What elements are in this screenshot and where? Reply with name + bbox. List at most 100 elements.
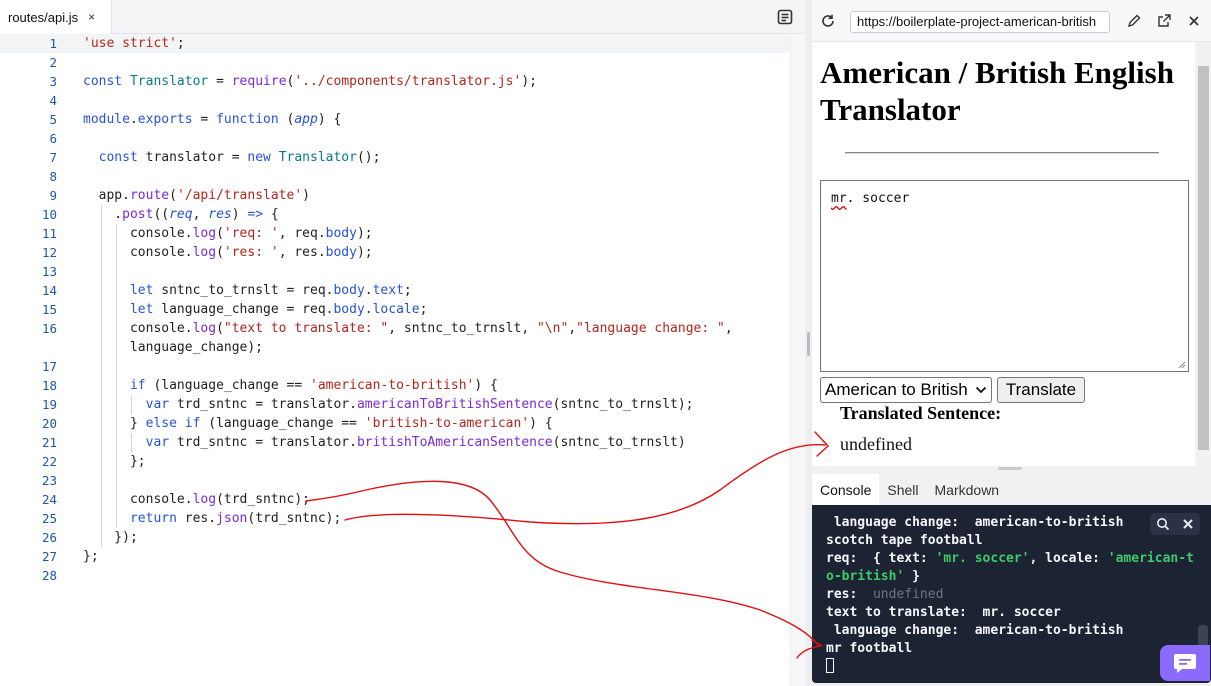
code-token: log [192,321,217,336]
code-line[interactable]: 8 [0,167,790,186]
tab-console[interactable]: Console [812,474,880,505]
code-editor[interactable]: 1'use strict'; 2 3 const Translator = requ… [0,34,790,684]
code-token: => [247,207,264,222]
console-prompt[interactable] [826,658,1196,676]
line-number: 23 [41,473,57,488]
code-token: (sntnc_to_trnslt); [552,397,694,412]
tab-shell[interactable]: Shell [879,474,926,505]
code-token: "text to translate: " [223,321,389,336]
code-line[interactable]: language_change); [0,338,790,357]
code-line[interactable]: 1 'use strict'; [0,34,790,53]
code-line[interactable]: 2 [0,53,790,72]
close-icon[interactable] [1186,13,1202,29]
console-token: , locale: [1029,551,1108,566]
code-token: var [145,435,177,450]
translate-button[interactable]: Translate [997,377,1085,403]
url-input[interactable]: https://boilerplate-project-american-bri… [850,11,1110,33]
code-line[interactable]: 22 }; [0,452,790,471]
line-number: 16 [41,321,57,336]
line-number: 3 [49,74,57,89]
code-line[interactable]: 7 const translator = new Translator(); [0,148,790,167]
open-external-icon[interactable] [1156,13,1172,29]
line-number: 27 [41,549,57,564]
terminal-cursor [826,658,834,673]
code-token: locale [372,302,420,317]
chat-button[interactable] [1160,645,1210,681]
code-token: 'american-to-british' [310,378,475,393]
code-token: = [192,112,217,127]
code-line[interactable]: 18 if (language_change == 'american-to-b… [0,376,790,395]
line-number: 14 [41,283,57,298]
code-line[interactable]: 23 [0,471,790,490]
code-line[interactable]: 26 }); [0,528,790,547]
code-text: return res.json(trd_sntnc); [83,509,341,528]
code-line[interactable]: 28 [0,566,790,585]
code-token: britishToAmericanSentence [356,435,553,450]
code-line[interactable]: 21 var trd_sntnc = translator.britishToA… [0,433,790,452]
code-line[interactable]: 17 [0,357,790,376]
code-line[interactable]: 11 console.log('req: ', req.body); [0,224,790,243]
console-token: res: [826,587,873,602]
code-token: translator = [145,150,248,165]
code-line[interactable]: 5 module.exports = function (app) { [0,110,790,129]
line-number: 26 [41,530,57,545]
code-line[interactable]: 13 [0,262,790,281]
code-line[interactable]: 3 const Translator = require('../componen… [0,72,790,91]
code-line[interactable]: 24 console.log(trd_sntnc); [0,490,790,509]
code-line[interactable]: 14 let sntnc_to_trnslt = req.body.text; [0,281,790,300]
line-number: 25 [41,511,57,526]
result-value: undefined [840,434,912,454]
console-token: undefined [872,587,944,602]
code-line[interactable]: 16 console.log("text to translate: ", sn… [0,319,790,338]
console-token: text to translate: mr. soccer [826,605,1061,620]
clear-icon[interactable] [1182,518,1194,530]
search-icon[interactable] [1156,517,1170,531]
code-token: ) [302,188,310,203]
code-line[interactable]: 4 [0,91,790,110]
code-line[interactable]: 12 console.log('res: ', res.body); [0,243,790,262]
editor-scrollbar[interactable] [790,34,805,686]
resize-grip-icon[interactable] [1177,360,1186,369]
horizontal-splitter-grip[interactable] [998,467,1022,470]
indent-guide [116,471,117,490]
code-token: ) { [474,378,498,393]
code-token: const [98,150,146,165]
code-line[interactable]: 6 [0,129,790,148]
outline-icon[interactable] [777,9,793,25]
text-input[interactable]: mr. soccer [820,180,1189,372]
code-line[interactable]: 15 let language_change = req.body.locale… [0,300,790,319]
file-tab-api-js[interactable]: routes/api.js × [0,0,112,34]
locale-select[interactable]: American to British [820,377,992,403]
webview-scrollbar[interactable] [1195,42,1211,466]
code-token: "\n" [536,321,569,336]
tab-close-icon[interactable]: × [88,10,95,24]
code-token: body [325,245,357,260]
code-line[interactable]: 19 var trd_sntnc = translator.americanTo… [0,395,790,414]
edit-icon[interactable] [1126,13,1142,29]
line-number: 2 [49,55,57,70]
code-token: ; [176,36,193,51]
splitter-grip[interactable] [807,332,810,356]
reload-icon[interactable] [820,13,836,29]
code-token: (language_change == [153,378,310,393]
line-number: 7 [49,150,57,165]
tab-markdown[interactable]: Markdown [927,474,1008,505]
code-text: let sntnc_to_trnslt = req.body.text; [83,281,412,300]
code-token: . [364,283,373,298]
console-token: language change: american-to-british [826,623,1124,638]
webview-scroll-thumb[interactable] [1198,66,1209,450]
code-text: if (language_change == 'american-to-brit… [83,376,498,395]
code-token: const [83,74,130,89]
code-line[interactable]: 9 app.route('/api/translate') [0,186,790,205]
line-number: 4 [49,93,57,108]
console-token: 'mr. soccer' [935,551,1030,566]
console-output[interactable]: language change: american-to-british scot… [812,505,1211,683]
page-title: American / British English Translator [820,55,1174,127]
code-line[interactable]: 20 } else if (language_change == 'britis… [0,414,790,433]
code-line[interactable]: 10 .post((req, res) => { [0,205,790,224]
console-line: text to translate: mr. soccer [826,604,1196,622]
code-token: ( [216,321,224,336]
code-line[interactable]: 25 return res.json(trd_sntnc); [0,509,790,528]
code-line[interactable]: 27}; [0,547,790,566]
